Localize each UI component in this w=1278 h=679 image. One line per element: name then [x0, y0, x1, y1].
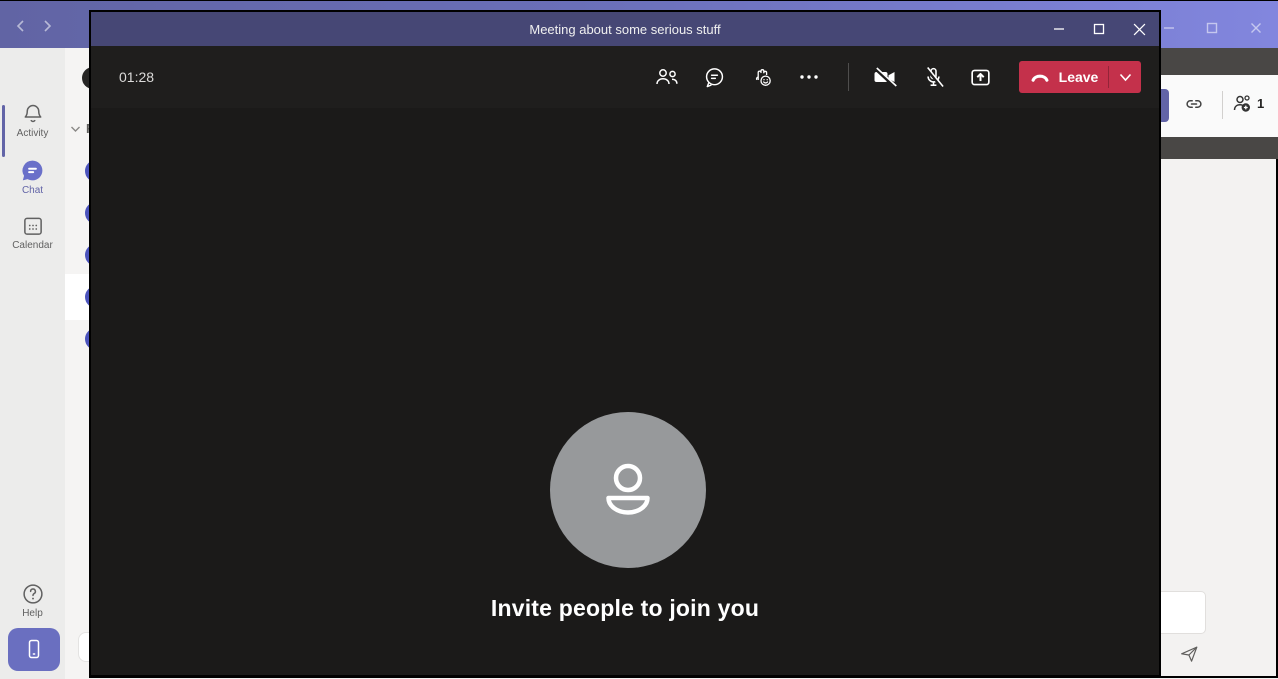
bg-close-button[interactable]: [1245, 17, 1267, 39]
chevron-down-icon: [1119, 73, 1132, 82]
chat-list-button-sliver: [78, 632, 89, 662]
help-icon: [20, 581, 46, 607]
meeting-banner-strip-2: [1161, 137, 1278, 159]
hang-up-icon: [1029, 69, 1051, 85]
copy-link-button[interactable]: [1178, 88, 1210, 120]
meeting-timer: 01:28: [119, 46, 154, 108]
chat-icon: [19, 157, 46, 184]
person-avatar-icon: [578, 440, 678, 540]
mic-off-icon: [921, 65, 946, 90]
close-button[interactable]: [1119, 12, 1159, 46]
meeting-chat-icon: [702, 65, 727, 90]
send-icon: [1178, 643, 1200, 665]
bg-minimize-button[interactable]: [1158, 17, 1180, 39]
meeting-stage: Invite people to join you: [91, 108, 1159, 675]
more-actions-icon: [797, 65, 821, 89]
header-divider: [1222, 91, 1223, 119]
back-icon: [14, 19, 28, 33]
chevron-down-icon: [71, 126, 80, 132]
add-participant-icon: [1230, 92, 1256, 116]
bg-close-icon: [1250, 22, 1262, 34]
meeting-title: Meeting about some serious stuff: [529, 22, 720, 37]
back-button[interactable]: [8, 14, 34, 38]
minimize-icon: [1053, 23, 1065, 35]
chat-list: F: [65, 48, 89, 679]
reactions-button[interactable]: [743, 57, 783, 97]
sidebar-item-label: Activity: [0, 128, 65, 139]
sidebar-item-label: Calendar: [0, 240, 65, 251]
sidebar-item-help[interactable]: Help: [0, 575, 65, 631]
app-rail: Activity Chat Calendar Help: [0, 48, 65, 679]
sidebar-item-activity[interactable]: Activity: [0, 95, 65, 151]
meeting-window: Meeting about some serious stuff 01:28: [89, 10, 1161, 677]
calendar-icon: [20, 213, 46, 239]
camera-off-icon: [871, 65, 899, 89]
link-icon: [1182, 92, 1206, 116]
maximize-button[interactable]: [1079, 12, 1119, 46]
sidebar-item-chat[interactable]: Chat: [0, 151, 65, 207]
rail-active-indicator: [2, 105, 5, 157]
meeting-titlebar: Meeting about some serious stuff: [91, 12, 1159, 46]
show-conversation-button[interactable]: [694, 57, 734, 97]
camera-toggle-button[interactable]: [865, 57, 905, 97]
bg-minimize-icon: [1163, 22, 1175, 34]
leave-button-label: Leave: [1059, 69, 1099, 85]
activity-icon: [20, 101, 46, 127]
chat-header-avatar: [82, 67, 89, 89]
participants-icon: [653, 65, 681, 89]
add-participant-button[interactable]: [1227, 88, 1259, 120]
meeting-banner-strip: [1161, 48, 1278, 75]
join-button-sliver[interactable]: [1161, 89, 1169, 122]
sidebar-item-label: Help: [0, 608, 65, 619]
mic-toggle-button[interactable]: [913, 57, 953, 97]
close-icon: [1133, 23, 1146, 36]
minimize-button[interactable]: [1039, 12, 1079, 46]
leave-options-button[interactable]: [1109, 61, 1141, 93]
share-screen-button[interactable]: [960, 57, 1000, 97]
maximize-icon: [1093, 23, 1105, 35]
meeting-chat-header: 1: [1161, 75, 1278, 137]
leave-button-group: Leave: [1019, 61, 1141, 93]
participant-count: 1: [1257, 96, 1264, 111]
bg-maximize-icon: [1206, 22, 1218, 34]
avatar: [550, 412, 706, 568]
mobile-app-button[interactable]: [8, 628, 60, 671]
mobile-phone-icon: [22, 637, 46, 663]
reactions-icon: [750, 65, 776, 90]
sidebar-item-calendar[interactable]: Calendar: [0, 207, 65, 263]
sidebar-item-label: Chat: [0, 185, 65, 196]
bg-maximize-button[interactable]: [1201, 17, 1223, 39]
chat-list-section-header[interactable]: F: [71, 121, 89, 136]
send-message-button[interactable]: [1177, 642, 1201, 666]
more-actions-button[interactable]: [789, 57, 829, 97]
invite-people-text: Invite people to join you: [91, 595, 1159, 622]
forward-icon: [40, 19, 54, 33]
meeting-toolbar: 01:28: [91, 46, 1159, 108]
forward-button[interactable]: [34, 14, 60, 38]
toolbar-divider: [848, 63, 849, 91]
share-screen-icon: [968, 65, 993, 90]
leave-button[interactable]: Leave: [1019, 61, 1108, 93]
show-participants-button[interactable]: [647, 57, 687, 97]
